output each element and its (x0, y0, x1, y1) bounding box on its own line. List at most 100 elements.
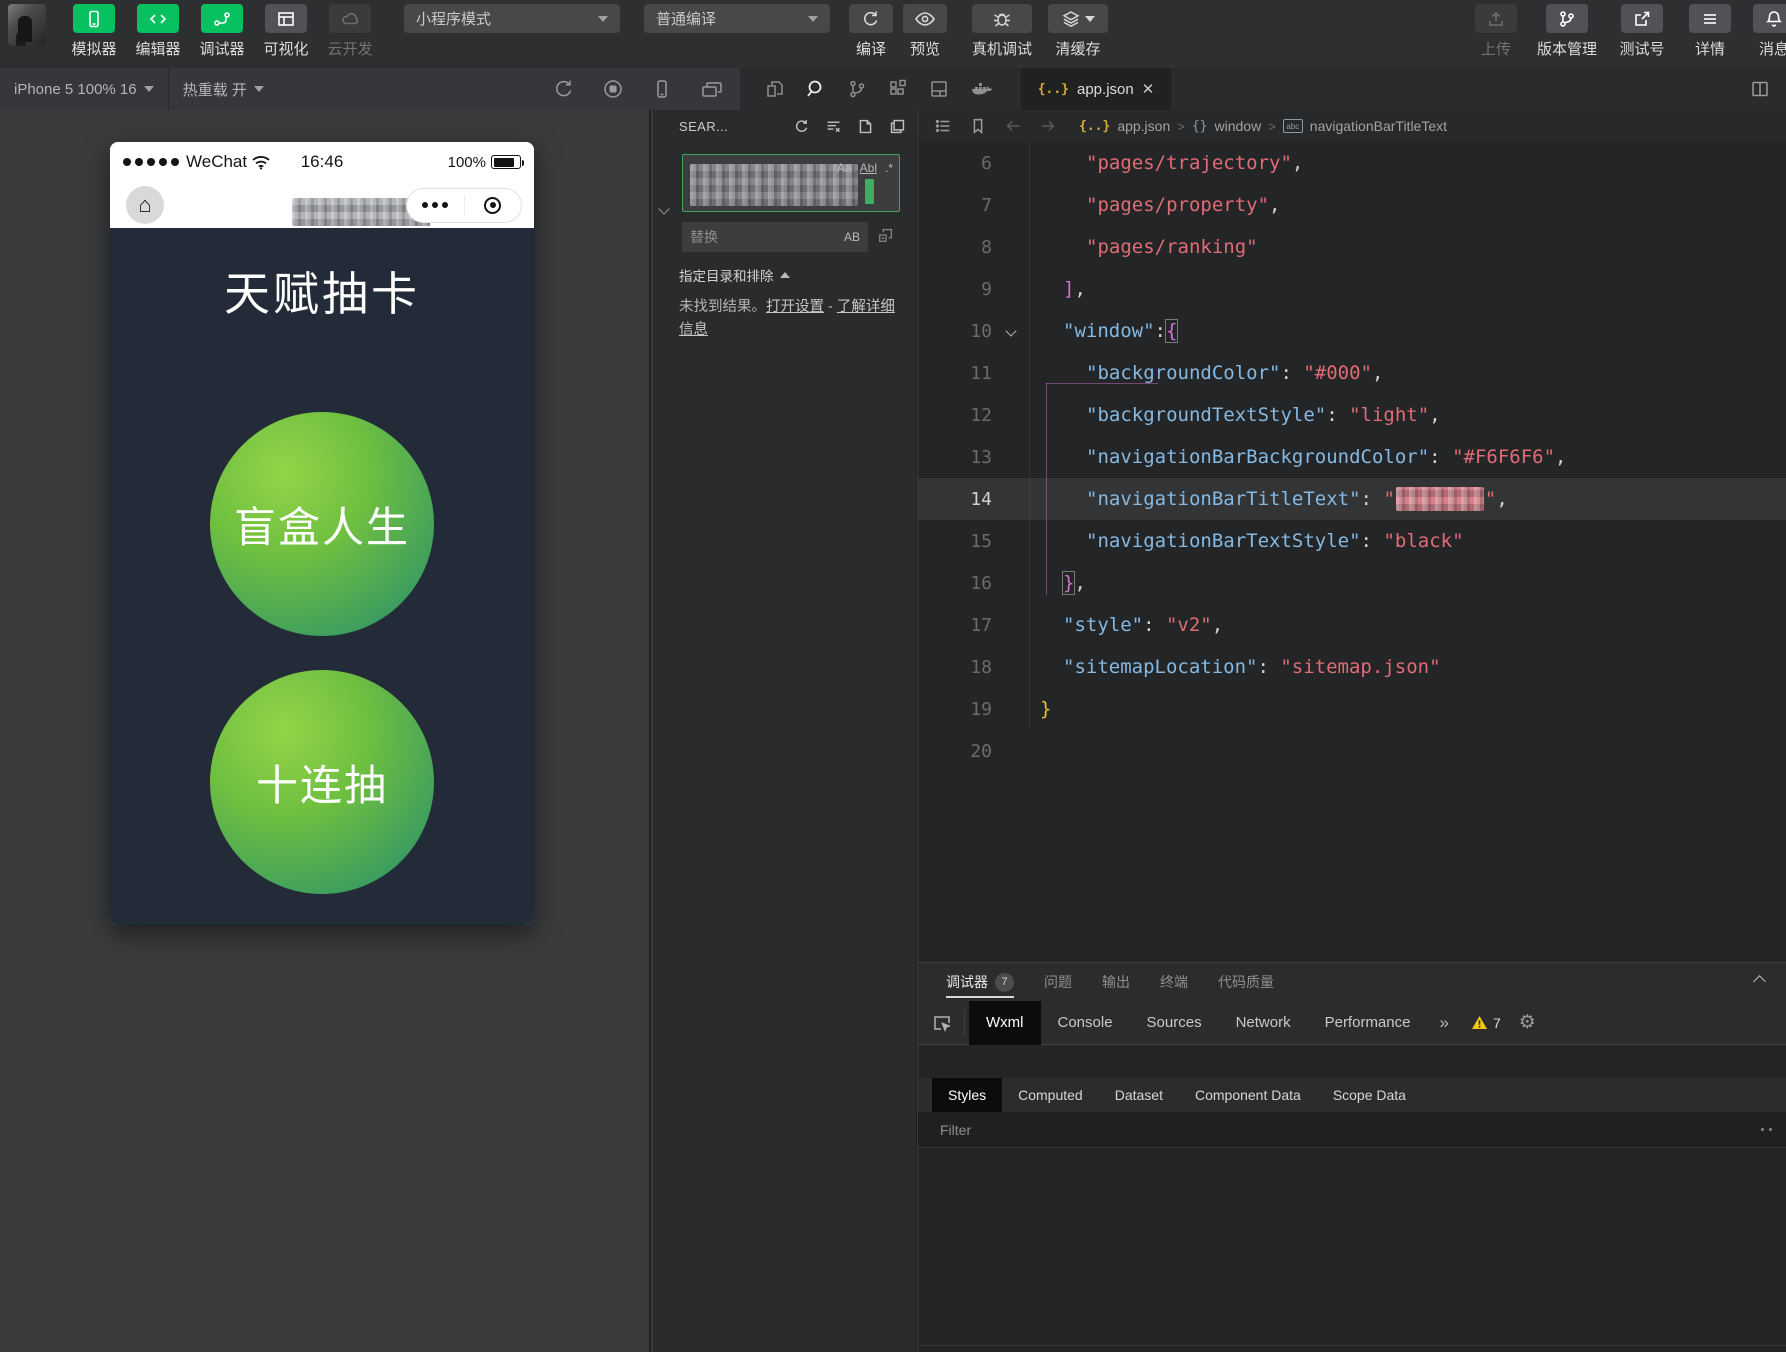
search-header: SEAR... (653, 110, 916, 142)
code-area[interactable]: 6"pages/trajectory",7"pages/property",8"… (918, 142, 1786, 772)
gacha-button-blind-box[interactable]: 盲盒人生 (210, 412, 434, 636)
back-arrow-icon[interactable] (1004, 117, 1022, 135)
test-account-button[interactable]: 测试号 (1606, 0, 1678, 59)
version-control-button[interactable]: 版本管理 (1528, 0, 1606, 59)
toggle-replace-icon[interactable] (660, 200, 668, 218)
chevron-right-icon: > (1177, 119, 1185, 134)
match-case-icon[interactable]: Aa (837, 161, 852, 175)
simulator-toggle-button[interactable]: 模拟器 (62, 0, 126, 59)
inspect-element-icon[interactable] (932, 1013, 952, 1033)
breadcrumb-bar: {..} app.json > {} window > abc navigati… (918, 110, 1786, 142)
fold-chevron-icon[interactable] (1005, 325, 1016, 336)
preview-button[interactable]: 预览 (898, 0, 952, 59)
files-icon[interactable] (764, 78, 786, 100)
clear-cache-label: 清缓存 (1055, 38, 1100, 59)
wifi-icon (251, 155, 271, 170)
search-input[interactable]: Aa Abl .* (682, 154, 900, 212)
filter-input[interactable] (940, 1122, 1665, 1138)
tab-wxml[interactable]: Wxml (969, 1001, 1041, 1045)
phone-frame: WeChat 16:46 100% ⌂ 天赋抽卡 盲盒人生 (110, 142, 534, 925)
whole-word-icon[interactable]: Abl (860, 161, 877, 175)
collapse-all-icon[interactable] (889, 118, 906, 135)
details-button[interactable]: 详情 (1678, 0, 1742, 59)
gacha-button-ten-pull[interactable]: 十连抽 (210, 670, 434, 894)
tab-problems[interactable]: 问题 (1044, 963, 1072, 1001)
visualize-toggle-button[interactable]: 可视化 (254, 0, 318, 59)
tab-output[interactable]: 输出 (1102, 963, 1130, 1001)
chevron-down-icon (1085, 16, 1095, 22)
tab-network[interactable]: Network (1219, 1001, 1308, 1045)
breadcrumb-file[interactable]: app.json (1117, 118, 1170, 134)
tab-scope-data[interactable]: Scope Data (1317, 1078, 1422, 1112)
refresh-search-icon[interactable] (793, 118, 810, 135)
code-line: 14"navigationBarTitleText": "", (918, 478, 1786, 520)
tab-code-quality[interactable]: 代码质量 (1218, 963, 1274, 1001)
extensions-icon[interactable] (887, 78, 909, 100)
multi-window-icon[interactable] (700, 78, 724, 100)
tab-debugger[interactable]: 调试器 7 (946, 963, 1014, 1001)
debugger-toggle-button[interactable]: 调试器 (190, 0, 254, 59)
breadcrumb-leaf[interactable]: navigationBarTitleText (1310, 118, 1447, 134)
tab-sources[interactable]: Sources (1130, 1001, 1219, 1045)
tab-console[interactable]: Console (1041, 1001, 1130, 1045)
record-icon[interactable] (602, 78, 624, 100)
wxml-tree-area (918, 1045, 1786, 1078)
more-options-button[interactable] (407, 202, 464, 208)
warning-counter[interactable]: 7 (1471, 1015, 1501, 1031)
messages-button[interactable]: 消息 (1742, 0, 1786, 59)
avatar[interactable] (8, 4, 46, 46)
filter-options-icon[interactable] (1761, 1128, 1772, 1131)
tab-terminal[interactable]: 终端 (1160, 963, 1188, 1001)
device-dropdown[interactable]: iPhone 5 100% 16 (0, 68, 168, 110)
mode-dropdown[interactable]: 小程序模式 (404, 4, 620, 33)
editor-toggle-button[interactable]: 编辑器 (126, 0, 190, 59)
clear-cache-button[interactable]: 清缓存 (1040, 0, 1116, 59)
chevron-down-icon (808, 16, 818, 22)
bookmark-icon[interactable] (969, 117, 987, 135)
tab-component-data[interactable]: Component Data (1179, 1078, 1317, 1112)
search-icon[interactable] (805, 78, 827, 100)
settings-gear-icon[interactable]: ⚙ (1519, 1011, 1536, 1034)
tab-dataset[interactable]: Dataset (1099, 1078, 1179, 1112)
tab-styles[interactable]: Styles (932, 1078, 1002, 1112)
hot-reload-dropdown[interactable]: 热重载 开 (169, 68, 278, 110)
remote-debug-button[interactable]: 真机调试 (964, 0, 1040, 59)
split-editor-icon[interactable] (1750, 79, 1770, 99)
forward-arrow-icon[interactable] (1039, 117, 1057, 135)
replace-field[interactable]: AB (682, 222, 868, 252)
npm-icon[interactable] (928, 78, 950, 100)
device-frame-icon[interactable] (651, 78, 673, 100)
rotate-icon[interactable] (553, 78, 575, 100)
close-icon[interactable]: ✕ (1142, 80, 1155, 98)
replace-all-icon[interactable] (877, 226, 895, 244)
tab-computed[interactable]: Computed (1002, 1078, 1099, 1112)
collapse-panel-icon[interactable] (1753, 975, 1766, 988)
regex-icon[interactable]: .* (885, 161, 893, 175)
compile-button[interactable]: 编译 (844, 0, 898, 59)
include-exclude-toggle[interactable]: 指定目录和排除 (679, 265, 790, 285)
outline-icon[interactable] (934, 117, 952, 135)
docker-icon[interactable] (969, 78, 995, 100)
clear-results-icon[interactable] (825, 118, 842, 135)
open-in-editor-icon[interactable] (857, 118, 874, 135)
code-line: 15"navigationBarTextStyle": "black" (918, 520, 1786, 562)
open-settings-link[interactable]: 打开设置 (766, 299, 824, 315)
home-button[interactable]: ⌂ (126, 186, 164, 224)
close-miniprogram-button[interactable] (465, 197, 522, 214)
replace-input[interactable] (690, 229, 840, 245)
code-line: 12"backgroundTextStyle": "light", (918, 394, 1786, 436)
preserve-case-icon[interactable]: AB (844, 230, 860, 244)
source-control-icon[interactable] (846, 78, 868, 100)
search-selection (865, 179, 874, 204)
style-filter-bar (918, 1112, 1786, 1148)
upload-button[interactable]: 上传 (1464, 0, 1528, 59)
code-line: 6"pages/trajectory", (918, 142, 1786, 184)
compile-mode-dropdown[interactable]: 普通编译 (644, 4, 830, 33)
breadcrumb-node[interactable]: window (1215, 118, 1262, 134)
debugger-count-badge: 7 (995, 973, 1014, 992)
tab-performance[interactable]: Performance (1308, 1001, 1428, 1045)
tab-app-json[interactable]: {..} app.json ✕ (1021, 68, 1171, 110)
cloud-dev-button[interactable]: 云开发 (318, 0, 382, 59)
external-link-icon (1621, 4, 1663, 33)
more-tabs-icon[interactable]: » (1439, 1013, 1448, 1033)
